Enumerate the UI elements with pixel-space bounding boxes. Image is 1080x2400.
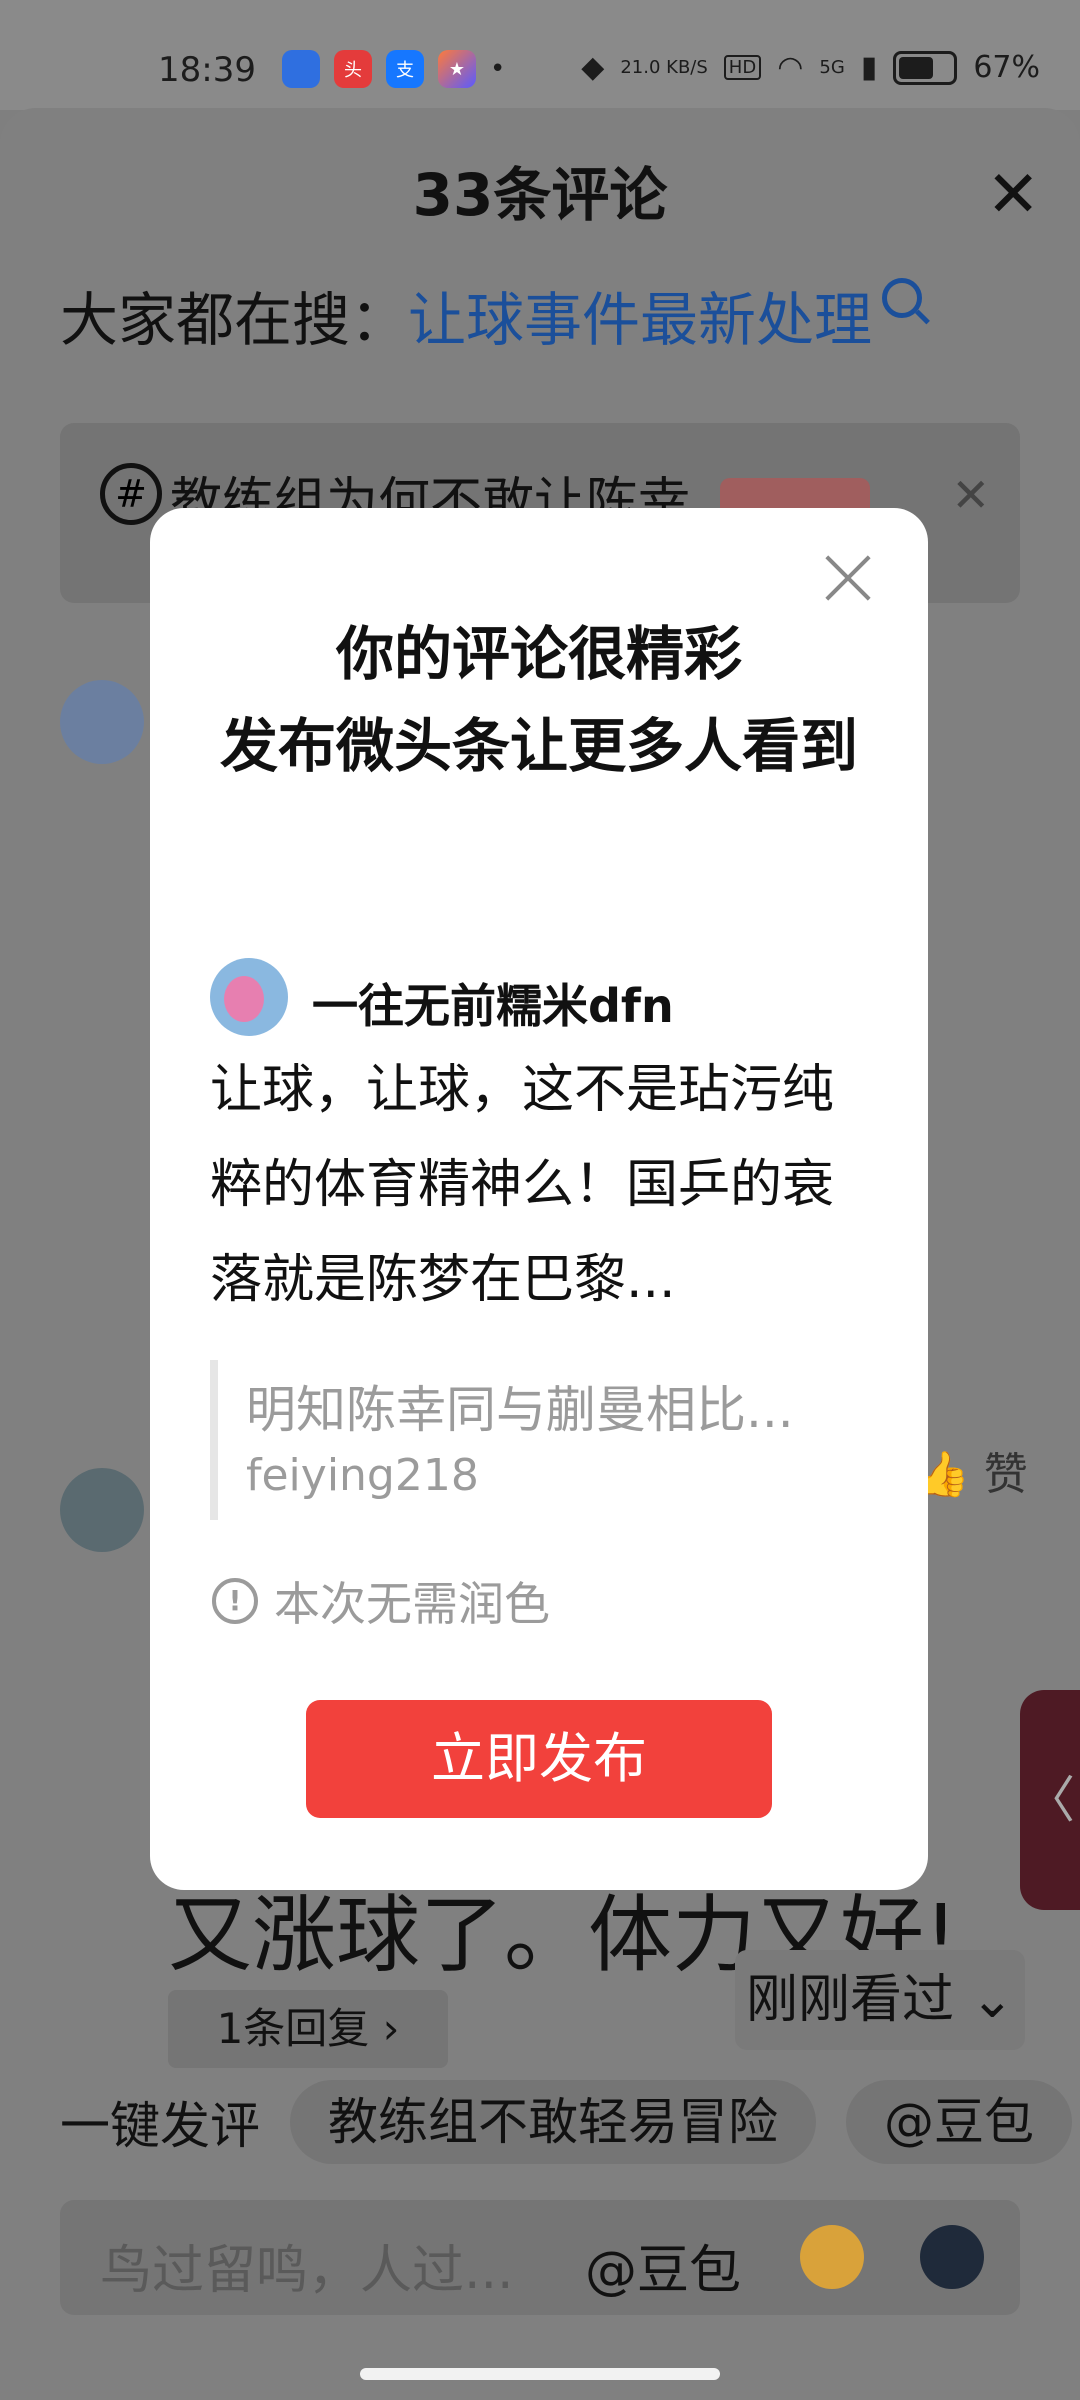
polish-notice: ! 本次无需润色 [212, 1568, 550, 1634]
like-button[interactable]: 👍 赞 [915, 1438, 1028, 1502]
info-icon: ! [212, 1578, 258, 1624]
battery-level: 67% [973, 50, 1040, 85]
quoted-comment: 明知陈幸同与蒯曼相比... feiying218 [210, 1360, 866, 1520]
battery-icon [893, 50, 958, 85]
comment-input[interactable]: 鸟过留鸣，人过... @豆包 [60, 2200, 1020, 2315]
home-indicator[interactable] [360, 2368, 720, 2380]
quick-comment-label: 一键发评 [60, 2097, 260, 2155]
publish-dialog: 你的评论很精彩 发布微头条让更多人看到 一往无前糯米dfn 让球，让球，这不是玷… [150, 508, 928, 1890]
status-time: 18:39 [158, 50, 256, 90]
dialog-title-line1: 你的评论很精彩 [335, 620, 742, 688]
star-app-notification-icon: ★ [438, 50, 476, 88]
status-bar: 18:39 头 支 ★ • ◆ 21.0 KB/S HD ◠ 5G ▮ 67% [0, 0, 1080, 110]
avatar[interactable] [60, 1468, 144, 1552]
quick-comment-chip[interactable]: 教练组不敢轻易冒险 [290, 2080, 816, 2164]
system-status: ◆ 21.0 KB/S HD ◠ 5G ▮ 67% [581, 50, 1040, 85]
mention-doubao-button[interactable]: @豆包 [585, 2228, 741, 2303]
toutiao-notification-icon: 头 [334, 50, 372, 88]
quick-comment-row: 一键发评 教练组不敢轻易冒险 @豆包 [60, 2080, 1072, 2164]
trending-search-prefix: 大家都在搜： [60, 286, 409, 354]
dialog-title: 你的评论很精彩 发布微头条让更多人看到 [190, 608, 888, 792]
signal-bars-icon: ▮ [860, 50, 878, 85]
polish-notice-text: 本次无需润色 [274, 1577, 550, 1631]
alipay-notification-icon: 支 [386, 50, 424, 88]
trending-search[interactable]: 大家都在搜：让球事件最新处理 [60, 273, 923, 357]
comments-title: 33条评论 [412, 161, 668, 229]
hd-icon: HD [723, 55, 762, 80]
close-sheet-icon[interactable]: ✕ [986, 158, 1040, 232]
net-speed: 21.0 KB/S [620, 56, 708, 78]
app-notification-icon [282, 50, 320, 88]
dialog-username: 一往无前糯米dfn [312, 979, 674, 1033]
hashtag-icon: # [100, 463, 162, 525]
recently-viewed-button[interactable]: 刚刚看过 ⌄ [735, 1950, 1025, 2050]
comment-input-placeholder: 鸟过留鸣，人过... [100, 2241, 514, 2301]
topic-close-icon[interactable]: ✕ [951, 468, 990, 522]
signal-label: 5G [819, 57, 845, 78]
like-label: 赞 [983, 1449, 1028, 1500]
wifi-icon: ◠ [777, 50, 804, 85]
more-dot-icon: • [490, 54, 506, 84]
dialog-title-line2: 发布微头条让更多人看到 [219, 712, 858, 780]
avatar [210, 958, 288, 1036]
side-drawer-tab[interactable]: 〈 [1020, 1690, 1080, 1910]
search-icon[interactable] [882, 278, 923, 318]
notification-icons: 头 支 ★ • [282, 50, 505, 88]
reply-count-button[interactable]: 1条回复 › [168, 1990, 448, 2068]
crying-emoji-icon[interactable] [800, 2225, 864, 2289]
quick-comment-chip[interactable]: @豆包 [846, 2080, 1072, 2164]
data-saver-icon: ◆ [581, 50, 605, 85]
close-dialog-icon[interactable] [818, 548, 878, 608]
quoted-comment-text: 明知陈幸同与蒯曼相比... [246, 1381, 794, 1439]
dialog-comment-text: 让球，让球，这不是玷污纯粹的体育精神么！国乒的衰落就是陈梦在巴黎... [210, 1060, 835, 1310]
avatar[interactable] [60, 680, 144, 764]
publish-button[interactable]: 立即发布 [306, 1700, 772, 1818]
quoted-comment-user: feiying218 [246, 1450, 479, 1501]
dark-face-emoji-icon[interactable] [920, 2225, 984, 2289]
trending-search-link[interactable]: 让球事件最新处理 [408, 286, 872, 354]
